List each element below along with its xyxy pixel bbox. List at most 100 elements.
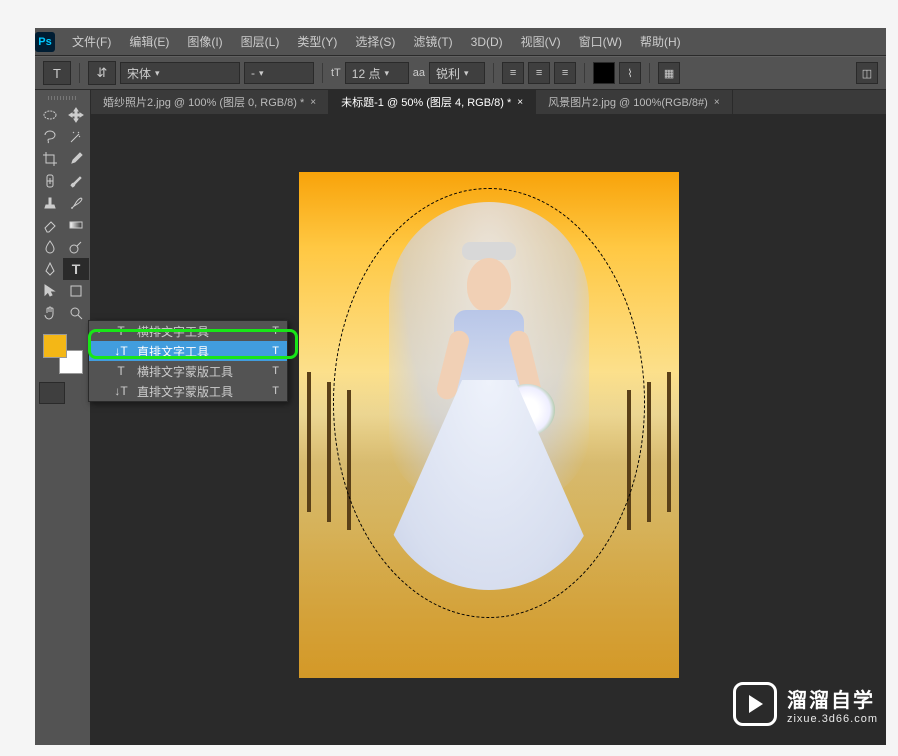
menu-file[interactable]: 文件(F)	[63, 28, 120, 55]
crop-tool[interactable]	[37, 148, 63, 170]
doc-tab-1[interactable]: 未标题-1 @ 50% (图层 4, RGB/8) * ×	[329, 90, 536, 114]
flyout-shortcut: T	[272, 325, 279, 337]
tool-preset-icon[interactable]: T	[43, 61, 71, 85]
watermark-title: 溜溜自学	[787, 684, 878, 713]
separator	[584, 63, 585, 83]
gradient-tool[interactable]	[63, 214, 89, 236]
menu-type[interactable]: 类型(Y)	[288, 28, 346, 55]
marquee-tool[interactable]	[37, 104, 63, 126]
magic-wand-tool[interactable]	[63, 126, 89, 148]
flyout-label: 直排文字工具	[137, 343, 209, 360]
close-icon[interactable]: ×	[517, 97, 523, 108]
color-swatches[interactable]	[43, 334, 83, 374]
path-selection-tool[interactable]	[37, 280, 63, 302]
close-icon[interactable]: ×	[310, 97, 316, 108]
separator	[493, 63, 494, 83]
blur-tool[interactable]	[37, 236, 63, 258]
menu-layer[interactable]: 图层(L)	[232, 28, 289, 55]
watermark-play-icon	[733, 682, 777, 726]
text-orientation-button[interactable]: ⇵	[88, 61, 116, 85]
separator	[322, 63, 323, 83]
tools-panel: T	[35, 90, 91, 745]
font-size-select[interactable]: 12 点 ▾	[345, 62, 409, 84]
type-icon: T	[113, 324, 129, 338]
font-family-select[interactable]: 宋体 ▾	[120, 62, 240, 84]
align-left-button[interactable]: ≡	[502, 62, 524, 84]
healing-brush-tool[interactable]	[37, 170, 63, 192]
align-center-button[interactable]: ≡	[528, 62, 550, 84]
close-icon[interactable]: ×	[714, 97, 720, 108]
caret-icon: ▾	[155, 68, 160, 79]
vertical-type-icon: ↓T	[113, 344, 129, 358]
font-size-value: 12 点	[352, 65, 381, 82]
menu-3d[interactable]: 3D(D)	[462, 28, 512, 55]
ps-logo: Ps	[35, 32, 55, 52]
eraser-tool[interactable]	[37, 214, 63, 236]
font-style-select[interactable]: - ▾	[244, 62, 314, 84]
vertical-type-mask-icon: ↓T	[113, 384, 129, 398]
menu-bar: Ps 文件(F) 编辑(E) 图像(I) 图层(L) 类型(Y) 选择(S) 滤…	[35, 28, 886, 56]
quick-mask-button[interactable]	[39, 382, 65, 404]
warp-text-button[interactable]: ⌇	[619, 62, 641, 84]
canvas-viewport[interactable]	[91, 114, 886, 745]
hand-tool[interactable]	[37, 302, 63, 324]
marquee-selection	[333, 188, 645, 618]
character-panel-button[interactable]: ▦	[658, 62, 680, 84]
type-tool-flyout: • T 横排文字工具 T ↓T 直排文字工具 T T 横排文字蒙版工具 T ↓T…	[88, 320, 288, 402]
menu-edit[interactable]: 编辑(E)	[120, 28, 178, 55]
menu-window[interactable]: 窗口(W)	[570, 28, 631, 55]
panel-handle[interactable]	[37, 94, 88, 102]
watermark-subtitle: zixue.3d66.com	[787, 713, 878, 725]
history-brush-tool[interactable]	[63, 192, 89, 214]
menu-view[interactable]: 视图(V)	[512, 28, 570, 55]
document-tabs: 婚纱照片2.jpg @ 100% (图层 0, RGB/8) * × 未标题-1…	[91, 90, 886, 114]
main-area: T 婚纱照片2.jpg @ 100% (图层 0, RGB/8) * × 未标题…	[35, 90, 886, 745]
canvas-image	[299, 172, 679, 678]
flyout-shortcut: T	[272, 345, 279, 357]
zoom-tool[interactable]	[63, 302, 89, 324]
font-family-value: 宋体	[127, 65, 151, 82]
menu-image[interactable]: 图像(I)	[178, 28, 231, 55]
caret-icon: ▾	[384, 68, 389, 79]
type-tool[interactable]: T	[63, 258, 89, 280]
doc-tab-0[interactable]: 婚纱照片2.jpg @ 100% (图层 0, RGB/8) * ×	[91, 90, 329, 114]
doc-tab-label: 风景图片2.jpg @ 100%(RGB/8#)	[548, 94, 708, 110]
antialias-select[interactable]: 锐利 ▾	[429, 62, 485, 84]
separator	[649, 63, 650, 83]
flyout-horizontal-type[interactable]: • T 横排文字工具 T	[89, 321, 287, 341]
pen-tool[interactable]	[37, 258, 63, 280]
flyout-vertical-type-mask[interactable]: ↓T 直排文字蒙版工具 T	[89, 381, 287, 401]
eyedropper-tool[interactable]	[63, 148, 89, 170]
flyout-shortcut: T	[272, 365, 279, 377]
shape-tool[interactable]	[63, 280, 89, 302]
font-style-value: -	[251, 66, 255, 80]
clone-stamp-tool[interactable]	[37, 192, 63, 214]
aa-icon: aa	[413, 67, 425, 79]
dodge-tool[interactable]	[63, 236, 89, 258]
flyout-label: 横排文字蒙版工具	[137, 363, 233, 380]
menu-filter[interactable]: 滤镜(T)	[404, 28, 461, 55]
watermark: 溜溜自学 zixue.3d66.com	[733, 682, 878, 726]
move-tool[interactable]	[63, 104, 89, 126]
flyout-horizontal-type-mask[interactable]: T 横排文字蒙版工具 T	[89, 361, 287, 381]
flyout-label: 横排文字工具	[137, 323, 209, 340]
doc-tab-2[interactable]: 风景图片2.jpg @ 100%(RGB/8#) ×	[536, 90, 733, 114]
doc-tab-label: 婚纱照片2.jpg @ 100% (图层 0, RGB/8) *	[103, 94, 304, 110]
type-mask-icon: T	[113, 364, 129, 378]
flyout-vertical-type[interactable]: ↓T 直排文字工具 T	[89, 341, 287, 361]
menu-help[interactable]: 帮助(H)	[631, 28, 690, 55]
caret-icon: ▾	[259, 68, 264, 79]
caret-icon: ▾	[464, 68, 469, 79]
font-size-icon: tT	[331, 67, 341, 79]
3d-button[interactable]: ◫	[856, 62, 878, 84]
align-right-button[interactable]: ≡	[554, 62, 576, 84]
lasso-tool[interactable]	[37, 126, 63, 148]
canvas-area: 婚纱照片2.jpg @ 100% (图层 0, RGB/8) * × 未标题-1…	[91, 90, 886, 745]
text-color-swatch[interactable]	[593, 62, 615, 84]
flyout-shortcut: T	[272, 385, 279, 397]
menu-select[interactable]: 选择(S)	[346, 28, 404, 55]
brush-tool[interactable]	[63, 170, 89, 192]
doc-tab-label: 未标题-1 @ 50% (图层 4, RGB/8) *	[341, 94, 511, 110]
flyout-label: 直排文字蒙版工具	[137, 383, 233, 400]
foreground-color[interactable]	[43, 334, 67, 358]
